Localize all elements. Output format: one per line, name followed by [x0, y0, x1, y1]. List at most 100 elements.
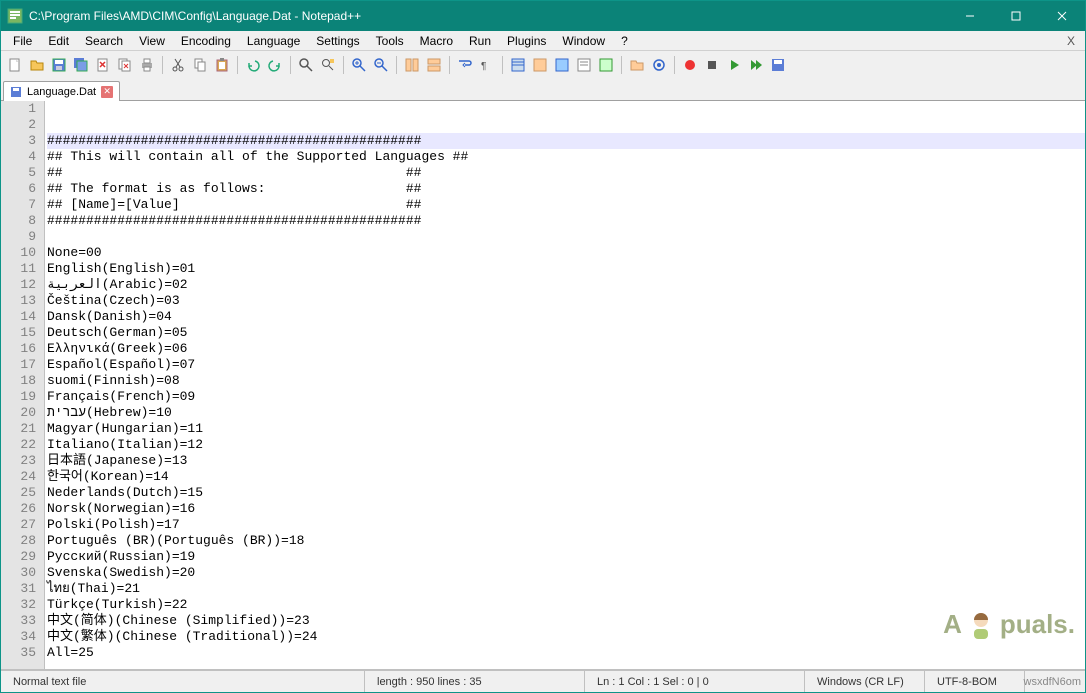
code-line[interactable]: Deutsch(German)=05: [47, 325, 1085, 341]
maximize-button[interactable]: [993, 1, 1039, 31]
code-line[interactable]: Magyar(Hungarian)=11: [47, 421, 1085, 437]
play-multi-icon[interactable]: [746, 55, 766, 75]
zoom-in-icon[interactable]: [349, 55, 369, 75]
tab-close-icon[interactable]: ✕: [101, 86, 113, 98]
code-line[interactable]: ## ##: [47, 165, 1085, 181]
menu-run[interactable]: Run: [461, 32, 499, 50]
new-file-icon[interactable]: [5, 55, 25, 75]
code-line[interactable]: Português (BR)(Português (BR))=18: [47, 533, 1085, 549]
code-line[interactable]: 中文(繁体)(Chinese (Traditional))=24: [47, 629, 1085, 645]
file-tab[interactable]: Language.Dat ✕: [3, 81, 120, 101]
line-number: 18: [1, 373, 36, 389]
menu-edit[interactable]: Edit: [40, 32, 77, 50]
code-line[interactable]: Ελληνικά(Greek)=06: [47, 341, 1085, 357]
code-line[interactable]: All=25: [47, 645, 1085, 661]
redo-icon[interactable]: [265, 55, 285, 75]
code-line[interactable]: [47, 229, 1085, 245]
menu-file[interactable]: File: [5, 32, 40, 50]
menu-view[interactable]: View: [131, 32, 173, 50]
find-icon[interactable]: [296, 55, 316, 75]
toolbar-separator: [502, 56, 503, 74]
code-line[interactable]: العربية(Arabic)=02: [47, 277, 1085, 293]
close-all-icon[interactable]: [115, 55, 135, 75]
code-line[interactable]: 中文(简体)(Chinese (Simplified))=23: [47, 613, 1085, 629]
code-line[interactable]: Español(Español)=07: [47, 357, 1085, 373]
line-number: 29: [1, 549, 36, 565]
close-button[interactable]: [1039, 1, 1085, 31]
print-icon[interactable]: [137, 55, 157, 75]
save-macro-icon[interactable]: [768, 55, 788, 75]
doc-list-icon[interactable]: [574, 55, 594, 75]
code-line[interactable]: None=00: [47, 245, 1085, 261]
status-eol[interactable]: Windows (CR LF): [805, 671, 925, 692]
menu-search[interactable]: Search: [77, 32, 131, 50]
monitor-icon[interactable]: [649, 55, 669, 75]
copy-icon[interactable]: [190, 55, 210, 75]
code-line[interactable]: Dansk(Danish)=04: [47, 309, 1085, 325]
line-number: 20: [1, 405, 36, 421]
doc-map-icon[interactable]: [552, 55, 572, 75]
code-line[interactable]: Italiano(Italian)=12: [47, 437, 1085, 453]
code-line[interactable]: 日本語(Japanese)=13: [47, 453, 1085, 469]
code-line[interactable]: Türkçe(Turkish)=22: [47, 597, 1085, 613]
code-line[interactable]: Nederlands(Dutch)=15: [47, 485, 1085, 501]
cut-icon[interactable]: [168, 55, 188, 75]
menu-window[interactable]: Window: [554, 32, 613, 50]
menu-language[interactable]: Language: [239, 32, 308, 50]
menu-plugins[interactable]: Plugins: [499, 32, 554, 50]
code-line[interactable]: ## This will contain all of the Supporte…: [47, 149, 1085, 165]
code-line[interactable]: [47, 661, 1085, 670]
code-line[interactable]: עברית(Hebrew)=10: [47, 405, 1085, 421]
menu-encoding[interactable]: Encoding: [173, 32, 239, 50]
code-line[interactable]: ########################################…: [47, 133, 1085, 149]
undo-icon[interactable]: [243, 55, 263, 75]
minimize-button[interactable]: [947, 1, 993, 31]
code-line[interactable]: English(English)=01: [47, 261, 1085, 277]
menu-macro[interactable]: Macro: [412, 32, 461, 50]
menu-help[interactable]: ?: [613, 32, 636, 50]
status-encoding[interactable]: UTF-8-BOM: [925, 671, 1025, 692]
zoom-out-icon[interactable]: [371, 55, 391, 75]
sync-hscroll-icon[interactable]: [424, 55, 444, 75]
stop-macro-icon[interactable]: [702, 55, 722, 75]
open-file-icon[interactable]: [27, 55, 47, 75]
all-chars-icon[interactable]: ¶: [477, 55, 497, 75]
menu-close-x[interactable]: X: [1061, 34, 1081, 48]
udl-icon[interactable]: [530, 55, 550, 75]
line-number: 32: [1, 597, 36, 613]
line-number: 33: [1, 613, 36, 629]
line-number: 6: [1, 181, 36, 197]
indent-guide-icon[interactable]: [508, 55, 528, 75]
folder-workspace-icon[interactable]: [627, 55, 647, 75]
line-number: 11: [1, 261, 36, 277]
code-line[interactable]: ## [Name]=[Value] ##: [47, 197, 1085, 213]
code-line[interactable]: Norsk(Norwegian)=16: [47, 501, 1085, 517]
menu-tools[interactable]: Tools: [368, 32, 412, 50]
code-line[interactable]: Čeština(Czech)=03: [47, 293, 1085, 309]
code-line[interactable]: Français(French)=09: [47, 389, 1085, 405]
code-line[interactable]: Svenska(Swedish)=20: [47, 565, 1085, 581]
sync-vscroll-icon[interactable]: [402, 55, 422, 75]
code-content[interactable]: ########################################…: [45, 101, 1085, 669]
toolbar-separator: [343, 56, 344, 74]
code-line[interactable]: ## The format is as follows: ##: [47, 181, 1085, 197]
toolbar-separator: [674, 56, 675, 74]
menu-settings[interactable]: Settings: [308, 32, 367, 50]
replace-icon[interactable]: [318, 55, 338, 75]
line-number: 1: [1, 101, 36, 117]
code-line[interactable]: Polski(Polish)=17: [47, 517, 1085, 533]
save-icon[interactable]: [49, 55, 69, 75]
line-number: 13: [1, 293, 36, 309]
code-line[interactable]: ไทย(Thai)=21: [47, 581, 1085, 597]
code-line[interactable]: Русский(Russian)=19: [47, 549, 1085, 565]
paste-icon[interactable]: [212, 55, 232, 75]
close-file-icon[interactable]: [93, 55, 113, 75]
func-list-icon[interactable]: [596, 55, 616, 75]
wordwrap-icon[interactable]: [455, 55, 475, 75]
code-line[interactable]: ########################################…: [47, 213, 1085, 229]
save-all-icon[interactable]: [71, 55, 91, 75]
code-line[interactable]: 한국어(Korean)=14: [47, 469, 1085, 485]
code-line[interactable]: suomi(Finnish)=08: [47, 373, 1085, 389]
play-macro-icon[interactable]: [724, 55, 744, 75]
record-macro-icon[interactable]: [680, 55, 700, 75]
